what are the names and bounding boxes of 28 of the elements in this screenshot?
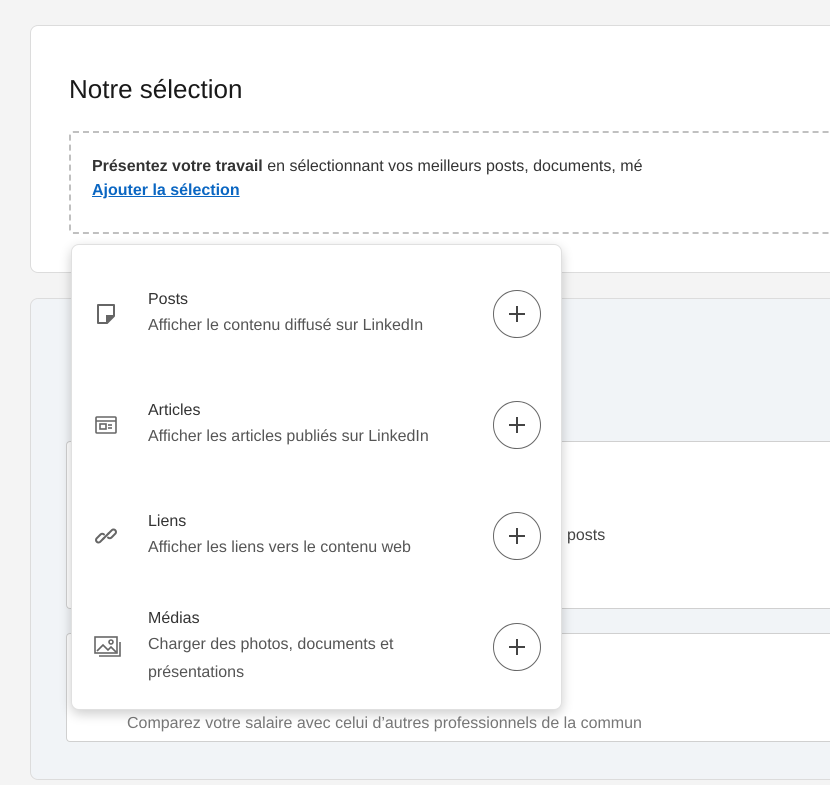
salary-text: Comparez votre salaire avec celui d’autres professionnels de la commun: [127, 715, 642, 732]
menu-item-title: Articles: [148, 400, 202, 420]
image-stack-icon: [94, 634, 122, 658]
plus-icon: [508, 526, 526, 544]
menu-item[interactable]: Liens Afficher les liens vers le contenu web: [72, 481, 561, 592]
menu-item-description: Afficher les liens vers le contenu web: [148, 538, 412, 558]
add-selection-link[interactable]: Ajouter la sélection: [92, 182, 240, 199]
note-icon: [94, 302, 118, 326]
add-button[interactable]: [493, 512, 541, 560]
add-button[interactable]: [493, 290, 541, 338]
plus-icon: [508, 416, 526, 434]
menu-item-title: Liens: [148, 512, 188, 532]
plus-icon: [508, 638, 526, 656]
intro-text: Présentez votre travail en sélectionnant vos meilleurs posts, documents, mé: [92, 157, 644, 177]
section-title: Notre sélection: [69, 73, 244, 106]
menu-item[interactable]: Posts Afficher le contenu diffusé sur LinkedIn: [72, 259, 561, 370]
add-button[interactable]: [493, 400, 541, 448]
card-text: posts: [567, 527, 606, 544]
menu-item[interactable]: Médias Charger des photos, documents et présentations: [72, 592, 561, 703]
plus-icon: [508, 304, 526, 322]
add-button[interactable]: [493, 622, 541, 670]
menu-item-description: Afficher le contenu diffusé sur LinkedIn: [148, 316, 424, 336]
menu-item-description: Charger des photos, documents et présentations: [148, 634, 394, 682]
menu-item[interactable]: Articles Afficher les articles publiés sur LinkedIn: [72, 370, 561, 481]
menu-item-title: Médias: [148, 608, 201, 628]
menu-item-description: Afficher les articles publiés sur LinkedIn: [148, 426, 430, 446]
menu-item-title: Posts: [148, 290, 190, 310]
article-icon: [94, 414, 118, 434]
